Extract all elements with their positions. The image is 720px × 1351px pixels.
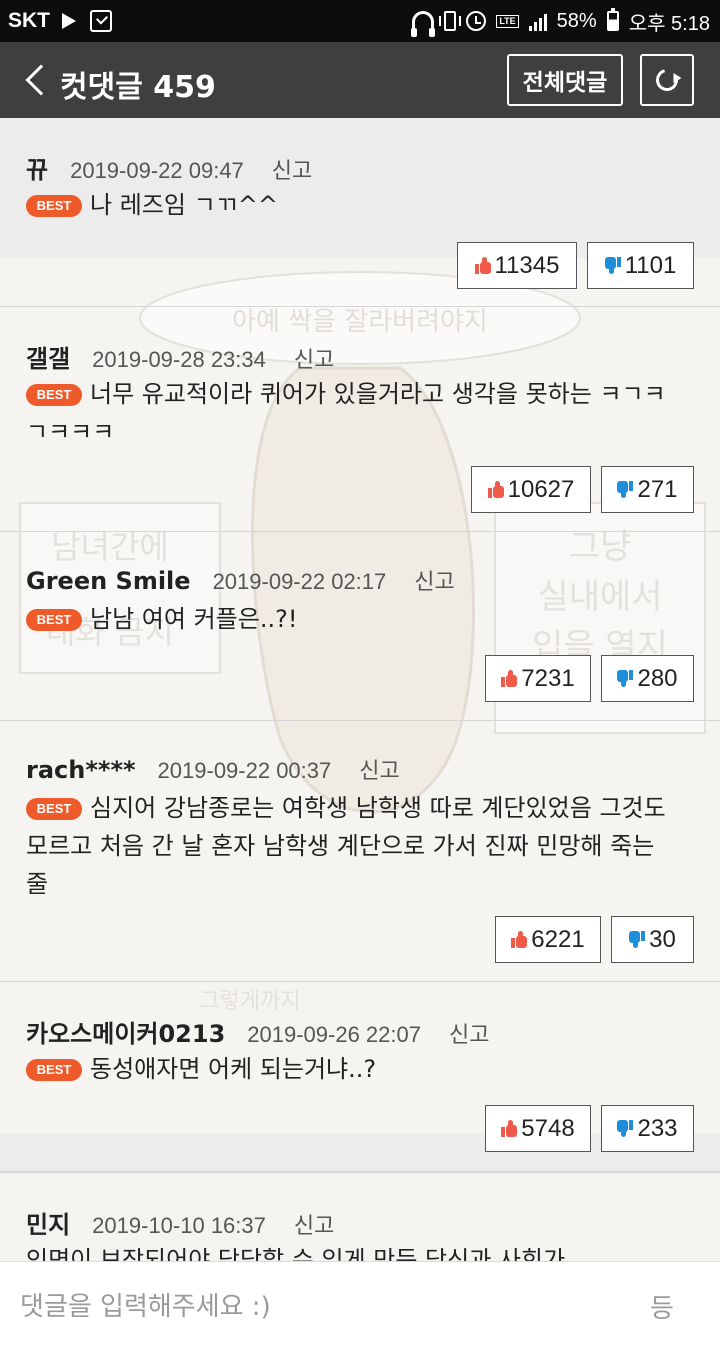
comment-username[interactable]: 카오스메이커0213 [26, 1014, 225, 1049]
comment-username[interactable]: rach**** [26, 756, 136, 784]
report-link[interactable]: 신고 [294, 342, 334, 374]
comment-text: 인면이 보장되어야 당당할 수 있게 만든 당신과 사회가 [26, 1246, 566, 1261]
comment-text: 나 레즈임 ㄱㄲ^^ [90, 191, 278, 219]
report-link[interactable]: 신고 [414, 564, 454, 596]
dislike-button[interactable]: 280 [601, 655, 694, 702]
submit-button[interactable]: 등 [650, 1288, 674, 1325]
dislike-button[interactable]: 30 [611, 916, 694, 963]
comment-username[interactable]: 민지 [26, 1205, 70, 1240]
best-badge: BEST [26, 384, 82, 406]
comment-username[interactable]: 갤갤 [26, 339, 70, 374]
page-title: 컷댓글 459 [60, 70, 216, 105]
carrier-label: SKT [8, 9, 50, 32]
like-button[interactable]: 7231 [485, 655, 591, 702]
comment-item: 카오스메이커0213 2019-09-26 22:07 신고 BEST 동성애자면… [0, 982, 720, 1172]
dislike-count: 30 [649, 925, 676, 953]
comment-date: 2019-09-22 09:47 [70, 158, 244, 183]
thumbs-up-icon [501, 670, 518, 687]
headset-icon [411, 11, 436, 37]
dislike-count: 280 [637, 664, 678, 692]
like-count: 5748 [521, 1114, 575, 1142]
back-icon[interactable] [25, 64, 57, 96]
like-button[interactable]: 5748 [485, 1105, 591, 1152]
alarm-icon [466, 11, 487, 31]
play-icon [62, 13, 76, 29]
dislike-count: 233 [637, 1114, 678, 1142]
dislike-button[interactable]: 233 [601, 1105, 694, 1152]
dislike-button[interactable]: 1101 [587, 242, 694, 289]
comment-date: 2019-09-28 23:34 [92, 347, 266, 372]
comment-date: 2019-09-26 22:07 [247, 1022, 421, 1047]
best-badge: BEST [26, 1059, 82, 1081]
like-count: 11345 [494, 251, 560, 279]
comment-text: 심지어 강남종로는 여학생 남학생 따로 계단있었음 그것도 모르고 처음 간 … [26, 794, 666, 898]
comment-text: 동성애자면 어케 되는거냐..? [90, 1055, 377, 1083]
thumbs-down-icon [617, 670, 634, 687]
report-link[interactable]: 신고 [294, 1208, 334, 1240]
comment-text: 너무 유교적이라 퀴어가 있을거라고 생각을 못하는 ㅋㄱㅋㄱㅋㅋㅋ [26, 380, 666, 446]
comment-date: 2019-10-10 16:37 [92, 1213, 266, 1238]
lte-icon: LTE [496, 14, 519, 28]
like-count: 6221 [531, 925, 585, 953]
comment-item: Green Smile 2019-09-22 02:17 신고 BEST 남남 여… [0, 532, 720, 721]
comment-text: 남남 여여 커플은..?! [90, 605, 298, 633]
thumbs-down-icon [617, 481, 634, 498]
comment-date: 2019-09-22 00:37 [157, 758, 332, 783]
like-count: 10627 [507, 475, 575, 503]
thumbs-down-icon [604, 257, 621, 274]
vibrate-icon [439, 11, 462, 31]
battery-percent: 58% [556, 9, 597, 32]
report-link[interactable]: 신고 [272, 153, 312, 185]
report-link[interactable]: 신고 [449, 1017, 489, 1049]
battery-icon [606, 8, 619, 31]
dislike-count: 1101 [624, 251, 677, 279]
comment-input-bar: 등 [0, 1261, 720, 1351]
signal-icon [528, 11, 547, 31]
best-badge: BEST [26, 195, 82, 217]
like-button[interactable]: 6221 [495, 916, 601, 963]
comment-item: rach**** 2019-09-22 00:37 신고 BEST 심지어 강남종… [0, 721, 720, 982]
comment-item: 민지 2019-10-10 16:37 신고 인면이 보장되어야 당당할 수 있… [0, 1172, 720, 1261]
comment-username[interactable]: Green Smile [26, 567, 191, 595]
best-badge: BEST [26, 609, 82, 631]
status-bar: SKT LTE 58% 오후 5:18 [0, 0, 720, 42]
clock: 오후 5:18 [628, 12, 710, 35]
comment-input[interactable] [20, 1282, 620, 1332]
report-link[interactable]: 신고 [359, 753, 399, 785]
comment-item: 뀨 2019-09-22 09:47 신고 BEST 나 레즈임 ㄱㄲ^^ 113… [0, 118, 720, 307]
thumbs-up-icon [501, 1120, 518, 1137]
dislike-count: 271 [637, 475, 678, 503]
like-button[interactable]: 10627 [471, 466, 591, 513]
check-box-icon [90, 10, 112, 32]
thumbs-up-icon [474, 257, 491, 274]
app-header: 컷댓글 459 전체댓글 [0, 42, 720, 118]
like-button[interactable]: 11345 [457, 242, 577, 289]
thumbs-down-icon [617, 1120, 634, 1137]
comment-date: 2019-09-22 02:17 [212, 569, 387, 594]
best-badge: BEST [26, 798, 82, 820]
comment-list[interactable]: 아예 싹을 잘라버려야지 남녀간에 대화 금지 그냥 실내에서 입을 열지 그렇… [0, 118, 720, 1261]
thumbs-down-icon [629, 931, 646, 948]
like-count: 7231 [521, 664, 575, 692]
comment-item: 갤갤 2019-09-28 23:34 신고 BEST 너무 유교적이라 퀴어가 … [0, 307, 720, 532]
thumbs-up-icon [487, 481, 504, 498]
all-comments-button[interactable]: 전체댓글 [507, 54, 623, 106]
refresh-icon [651, 64, 683, 96]
refresh-button[interactable] [640, 54, 694, 106]
comment-username[interactable]: 뀨 [26, 150, 48, 185]
thumbs-up-icon [511, 931, 528, 948]
dislike-button[interactable]: 271 [601, 466, 694, 513]
